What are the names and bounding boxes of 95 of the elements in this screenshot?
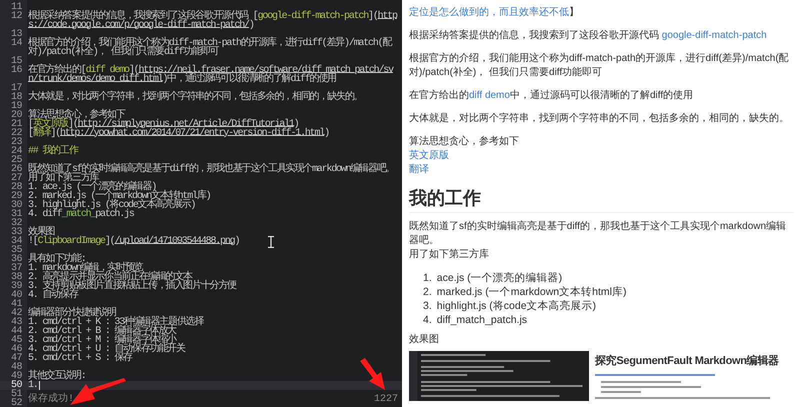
code-line: 根据官方的介绍，我们能用这个称为diff-match-path的开源库，进行diff(差异)/match(配对)/patch(补全)， 但我们只需要diff功能即可	[28, 39, 393, 57]
link[interactable]: 定位是怎么做到的，而且效率还不低	[409, 7, 569, 18]
line-number: 14	[10, 39, 23, 51]
line-number: 33	[10, 228, 23, 237]
line-number: 36	[10, 255, 23, 264]
list-number: 2.	[423, 285, 432, 299]
list-number: 4.	[423, 313, 432, 327]
line-number: 31	[10, 210, 23, 219]
code-line: 3. highlight.js (将code文本高亮展示)	[28, 201, 196, 210]
line-number: 43	[10, 318, 23, 327]
code-line: 4. 自动保存	[28, 291, 78, 300]
code-line: 1.	[28, 381, 41, 390]
paragraph-text: 根据官方的介绍，我们能用这个称为diff-match-path的开源库，进行diff(差异)/match(配对)/patch(补全)， 但我们只需要diff功能即可	[409, 53, 789, 78]
code-line: 3. cmd/ctrl + M : 编辑器字体缩小	[28, 336, 177, 345]
line-number: 35	[10, 246, 23, 255]
code-line: 4. diff_match_patch.js	[28, 210, 135, 219]
section-heading: 我的工作	[409, 186, 794, 213]
line-number: 12	[10, 12, 23, 24]
link[interactable]: 英文原版	[409, 150, 449, 161]
line-number: 34	[10, 237, 23, 246]
line-number: 23	[10, 138, 23, 147]
line-number: 19	[10, 102, 23, 111]
arrow-annotation	[360, 358, 386, 390]
list-item: marked.js (一个markdown文本转html库)	[436, 285, 626, 299]
line-number: 42	[10, 309, 23, 318]
line-number: 30	[10, 201, 23, 210]
line-number: 27	[10, 174, 23, 183]
list-item: highlight.js (将code文本高亮展示)	[436, 299, 596, 313]
line-number: 44	[10, 327, 23, 336]
link[interactable]: diff demo	[469, 90, 510, 101]
status-message: 保存成功!	[28, 395, 74, 405]
code-line: 其他交互说明:	[28, 372, 87, 381]
paragraph-text: 既然知道了sf的实时编辑高亮是基于diff的，那我也基于这个工具实现个markdown编辑器吧。	[409, 221, 786, 246]
line-number: 39	[10, 282, 23, 291]
code-line: [英文原版](http://simplygenius.net/Article/DiffTutorial1)	[28, 120, 298, 129]
code-line: 3. 支持剪贴板图片直接粘贴上传，插入图片十分方便	[28, 282, 238, 291]
line-number: 13	[10, 30, 23, 39]
code-line: 根据采纳答案提供的信息，我搜索到了这段谷歌开源代码 [google-diff-match-patch](https://code.google.com/p/google-diff-match-patch/)	[28, 12, 398, 30]
paragraph-text: 中，通过源码可以很清晰的了解diff的使用	[510, 90, 694, 101]
line-number: 51	[10, 390, 23, 399]
line-number: 28	[10, 183, 23, 192]
code-line: 编辑器部分快捷键说明	[28, 309, 116, 318]
line-number: 11	[10, 3, 23, 12]
line-number: 25	[10, 156, 23, 165]
arrow-annotation	[70, 378, 126, 406]
paragraph-text: 算法思想贪心，参考如下	[409, 136, 519, 147]
code-line: 2. marked.js (一个markdown文本转html库)	[28, 192, 212, 201]
code-line: ## 我的工作	[28, 147, 80, 156]
code-line: ![ClipboardImage](/upload/1471093544488.png)	[28, 237, 240, 246]
paragraph-text: 】	[569, 7, 579, 18]
line-number: 24	[10, 147, 23, 156]
line-number: 49	[10, 372, 23, 381]
code-line: 在官方给出的[diff demo](https://neil.fraser.name/software/diff_match_patch/svn/trunk/demos/demo_diff.html)中，通过源码可以很清晰的了解diff的使用	[28, 66, 394, 84]
line-number: 20	[10, 111, 23, 120]
list-item: ace.js (一个漂亮的编辑器)	[436, 271, 562, 285]
line-number: 15	[10, 57, 23, 66]
line-number: 26	[10, 165, 23, 174]
line-number: 18	[10, 93, 23, 102]
line-number: 29	[10, 192, 23, 201]
code-line: 大体就是，对比两个字符串，找到两个字符串的不同，包括多余的，相同的，缺失的。	[28, 93, 364, 102]
line-number: 40	[10, 291, 23, 300]
link[interactable]: google-diff-match-patch	[662, 30, 767, 41]
line-number: 22	[10, 129, 23, 138]
text-cursor-icon	[268, 236, 274, 248]
line-number: 48	[10, 363, 23, 372]
screenshot-title: 探究SegumentFault Markdown编辑器	[595, 354, 779, 368]
line-number: 52	[10, 399, 23, 407]
code-line: 效果图	[28, 228, 54, 237]
paragraph-text: 用了如下第三方库	[409, 249, 489, 260]
code-line: 5. cmd/ctrl + S : 保存	[28, 354, 132, 363]
line-number: 50	[10, 381, 23, 390]
link[interactable]: 翻译	[409, 164, 429, 175]
line-number: 16	[10, 66, 23, 78]
code-line: [翻译](http://yoowhat.com/2014/07/21/entry-version-diff-1.html)	[28, 129, 330, 138]
line-number: 21	[10, 120, 23, 129]
paragraph-text: 在官方给出的	[409, 90, 469, 101]
paragraph-text: 大体就是，对比两个字符串，找到两个字符串的不同，包括多余的，相同的，缺失的。	[409, 113, 789, 124]
line-number: 47	[10, 354, 23, 363]
code-line: 2. cmd/ctrl + B : 编辑器字体放大	[28, 327, 176, 336]
paragraph-text: 根据采纳答案提供的信息，我搜索到了这段谷歌开源代码	[409, 30, 660, 41]
line-number: 17	[10, 84, 23, 93]
list-number: 1.	[423, 271, 432, 285]
list-number: 3.	[423, 299, 432, 313]
code-line: 4. cmd/ctrl + U : 自动保存功能开关	[28, 345, 186, 354]
line-number: 32	[10, 219, 23, 228]
line-number: 41	[10, 300, 23, 309]
character-count: 1227	[374, 395, 398, 405]
line-number: 37	[10, 264, 23, 273]
code-line: 用了如下第三方库	[28, 174, 99, 183]
paragraph-text: 效果图	[409, 334, 439, 345]
line-number: 46	[10, 345, 23, 354]
line-number: 38	[10, 273, 23, 282]
list-item: diff_match_patch.js	[436, 313, 528, 327]
line-number: 45	[10, 336, 23, 345]
code-line: 1. ace.js (一个漂亮的编辑器)	[28, 183, 156, 192]
